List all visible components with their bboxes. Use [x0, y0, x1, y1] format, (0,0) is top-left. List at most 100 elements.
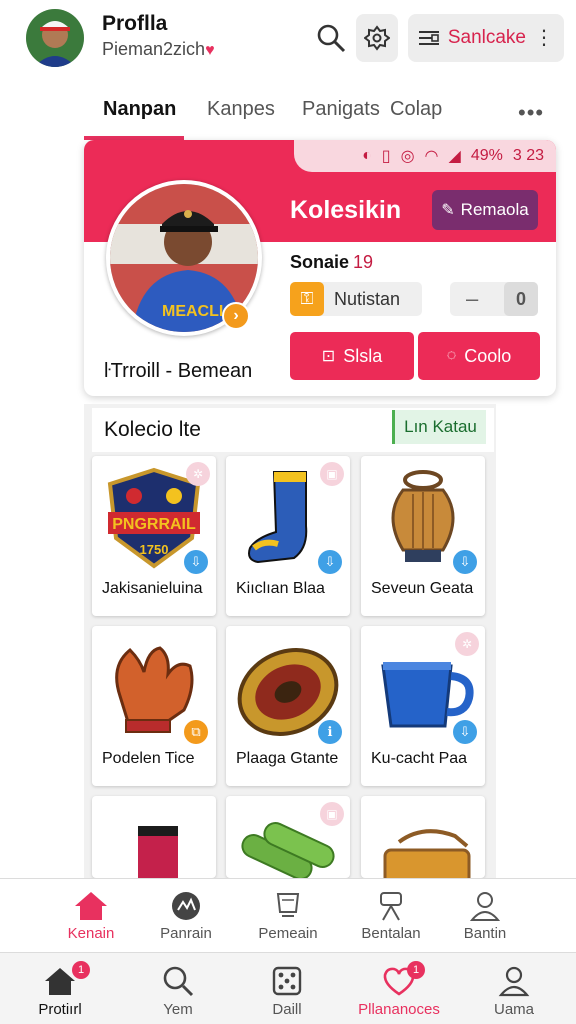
- chart-circle-icon: [172, 892, 200, 920]
- secondary-action-button[interactable]: ◌ Coolo: [418, 332, 540, 380]
- tab-nanpan[interactable]: Nanpan: [103, 98, 176, 121]
- header-action-pill[interactable]: Sanlcake ⋮: [407, 14, 564, 62]
- app-header: Proflla Pieman2zich♥ Sanlcake ⋮: [0, 0, 576, 76]
- key-icon: ⚿: [290, 282, 324, 316]
- gear-icon: [363, 25, 390, 51]
- collection-item[interactable]: ✲ ⇩ Ku-cacht Paa: [361, 626, 485, 786]
- collection-link-button[interactable]: Lın Katau: [392, 410, 486, 444]
- collection-item-label: Ku-cacht Paa: [371, 750, 468, 767]
- nav-label: Uama: [493, 1001, 534, 1018]
- profile-card-title: Kolesikin: [290, 196, 402, 224]
- collection-item[interactable]: ▣ ⇩ Kiıclıan Blaa: [226, 456, 350, 616]
- nav-label: Protiırl: [38, 1001, 82, 1018]
- pin-icon[interactable]: ⇩: [184, 550, 208, 574]
- category-nav-item[interactable]: Pemeain: [233, 887, 343, 942]
- category-nav-item[interactable]: Bantin: [430, 887, 540, 942]
- category-nav-label: Bantin: [463, 925, 507, 942]
- figure-icon: [380, 892, 402, 921]
- collection-item[interactable]: ⇩ Seveun Geata: [361, 456, 485, 616]
- profile-sub-number: 19: [353, 252, 374, 272]
- nav-label: Pllananoces: [358, 1001, 440, 1018]
- svg-text:PNGRRAIL: PNGRRAIL: [112, 516, 196, 533]
- user-handle: Pieman2zich♥: [102, 36, 310, 64]
- collection-item[interactable]: PNGRRAIL 1750 ✲ ⇩ Jakisanieluina: [92, 456, 216, 616]
- bag-icon: [138, 826, 178, 878]
- collection-item-label: Podelen Tice: [102, 750, 195, 767]
- pin-icon[interactable]: ℹ: [318, 720, 342, 744]
- collection-item-label: Seveun Geata: [371, 580, 474, 597]
- user-handle-text: Pieman2zich: [102, 39, 206, 59]
- header-pill-label: Sanlcake: [447, 27, 526, 48]
- settings-button[interactable]: [355, 14, 398, 62]
- svg-text:1750: 1750: [140, 542, 169, 557]
- share-icon[interactable]: ✲: [455, 632, 479, 656]
- category-nav-label: Pemeain: [258, 925, 318, 942]
- category-nav-item[interactable]: Panrain: [131, 887, 241, 942]
- signal-icon: ◢: [448, 148, 461, 165]
- more-tabs-icon[interactable]: •••: [518, 100, 544, 126]
- share-icon[interactable]: ✲: [186, 462, 210, 486]
- collection-item[interactable]: ▣: [226, 796, 350, 878]
- phone-icon: ▯: [381, 148, 391, 165]
- bottom-nav: 1 Protiırl Yem Daill 1 Pllananoces Uama: [0, 952, 576, 1024]
- collection-item[interactable]: ⧉ Podelen Tice: [92, 626, 216, 786]
- pin-icon[interactable]: ⇩: [453, 720, 477, 744]
- quantity-stepper[interactable]: – 0: [450, 282, 538, 316]
- tag-chip-label: Nutistan: [334, 288, 401, 309]
- tab-colap[interactable]: Colap: [390, 98, 442, 121]
- collection-item[interactable]: ℹ Plaaga Gtante: [226, 626, 350, 786]
- satchel-icon: [383, 829, 471, 878]
- notification-badge: 1: [72, 961, 90, 979]
- primary-action-button[interactable]: ⊡ Slsla: [290, 332, 414, 380]
- collection-item[interactable]: [92, 796, 216, 878]
- tab-kanpes[interactable]: Kanpes: [207, 98, 275, 121]
- search-icon: [163, 966, 194, 997]
- collection-item-label: Jakisanieluina: [102, 580, 203, 597]
- nav-item-search[interactable]: Yem: [118, 961, 238, 1018]
- chat-icon: ◌: [446, 347, 457, 364]
- profile-sub-label: Sonaie: [290, 252, 350, 272]
- avatar[interactable]: [26, 9, 84, 67]
- pin-icon[interactable]: ⇩: [453, 550, 477, 574]
- status-strip: ◐ ▯ ◎ ◠ ◢ 49% 3 23: [294, 140, 556, 172]
- nav-label: Yem: [163, 1001, 193, 1018]
- alarm-icon: ◎: [400, 148, 415, 165]
- nav-label: Daill: [272, 1001, 302, 1018]
- battery-text: 49%: [470, 147, 503, 164]
- nav-item-daily[interactable]: Daill: [227, 961, 347, 1018]
- tab-bar: Nanpan Kanpes Panigats Colap •••: [0, 86, 576, 138]
- tag-chip[interactable]: ⚿ Nutistan: [290, 282, 422, 316]
- heart-icon: ♥: [205, 42, 215, 59]
- minus-icon[interactable]: –: [466, 286, 478, 312]
- search-icon: [317, 24, 345, 53]
- stepper-value: 0: [504, 282, 538, 316]
- dice-icon: [272, 966, 302, 996]
- tab-panigats[interactable]: Panigats: [302, 98, 380, 121]
- collection-title: Kolecio lte: [104, 418, 201, 441]
- image-icon[interactable]: ▣: [320, 462, 344, 486]
- bag-icon: ⊡: [321, 348, 336, 365]
- pin-icon[interactable]: ⇩: [318, 550, 342, 574]
- nav-item-profile[interactable]: 1 Protiırl: [0, 961, 120, 1018]
- pin-icon[interactable]: ⧉: [184, 720, 208, 744]
- person-icon: [469, 892, 501, 921]
- sync-icon: ◐: [362, 147, 372, 164]
- svg-text:MEACLI: MEACLI: [162, 303, 223, 320]
- profile-fullname: ŀTrroill - Bemean: [104, 360, 253, 382]
- collection-item-label: Kiıclıan Blaa: [236, 580, 325, 597]
- image-icon[interactable]: ▣: [320, 802, 344, 826]
- nav-item-account[interactable]: Uama: [454, 961, 574, 1018]
- edit-profile-label: Remaola: [460, 200, 529, 219]
- collection-item[interactable]: [361, 796, 485, 878]
- person-icon: [498, 966, 530, 997]
- user-block: Proflla Pieman2zich♥: [102, 12, 310, 64]
- pencil-icon: ✎: [441, 202, 455, 219]
- avatar-badge-icon[interactable]: ›: [222, 302, 250, 330]
- edit-profile-button[interactable]: ✎ Remaola: [432, 190, 538, 230]
- search-button[interactable]: [310, 14, 352, 62]
- user-name: Proflla: [102, 12, 168, 35]
- nav-item-favorites[interactable]: 1 Pllananoces: [339, 961, 459, 1018]
- wifi-icon: ◠: [424, 148, 439, 165]
- kebab-menu-icon[interactable]: ⋮: [534, 28, 554, 48]
- category-nav-item[interactable]: Kenain: [36, 887, 146, 942]
